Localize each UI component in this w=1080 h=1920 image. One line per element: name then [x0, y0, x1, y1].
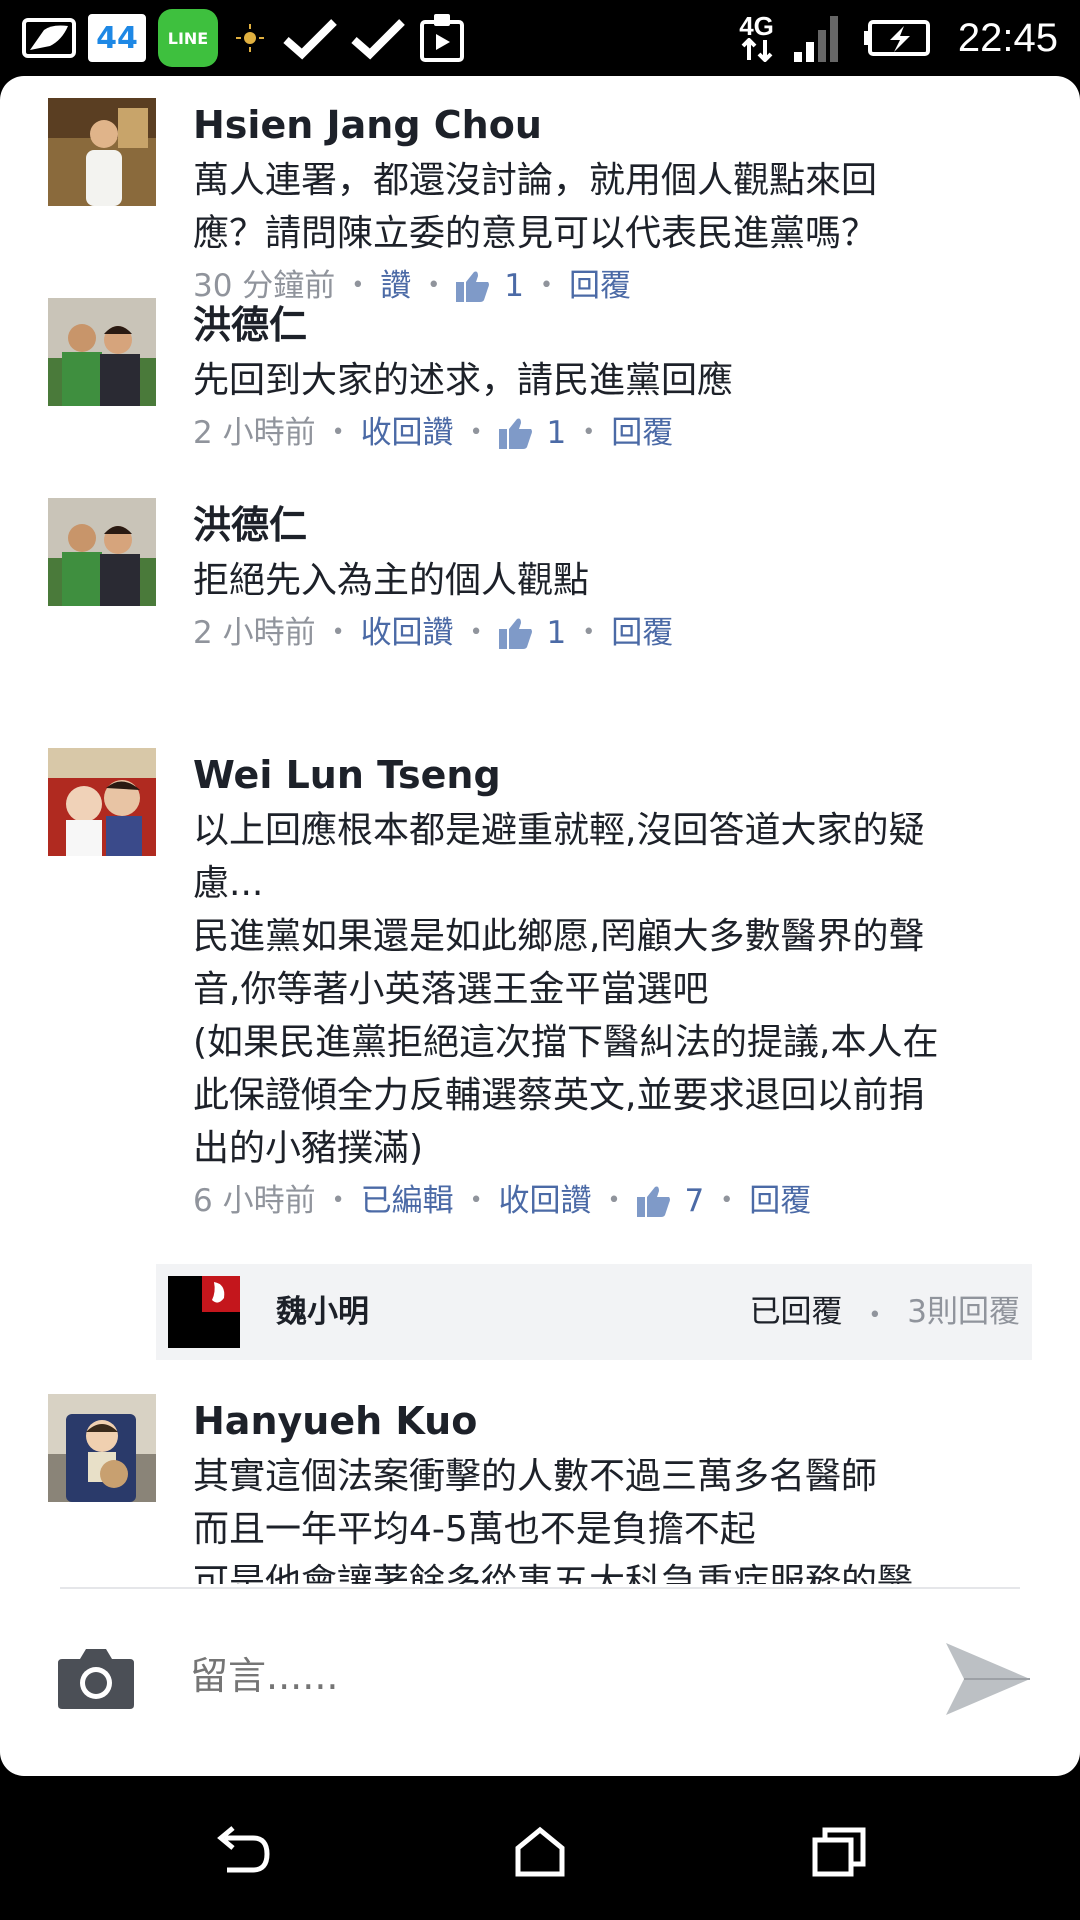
separator-dot: •	[582, 420, 596, 445]
home-icon	[515, 1826, 565, 1877]
comment-meta: 2 小時前 • 收回讚 • 1 • 回覆	[193, 609, 1048, 657]
thumbs-up-icon[interactable]	[498, 417, 533, 449]
reply-button[interactable]: 回覆	[611, 409, 673, 457]
recents-icon	[812, 1827, 866, 1877]
divider	[60, 1587, 1020, 1589]
reply-status: 已回覆 • 3則回覆	[750, 1264, 1020, 1364]
separator-dot: •	[469, 420, 483, 445]
separator-dot: •	[469, 620, 483, 645]
separator-dot: •	[331, 420, 345, 445]
unlike-button[interactable]: 收回讚	[361, 409, 454, 457]
separator-dot: •	[582, 620, 596, 645]
comment-text: 先回到大家的述求，請民進黨回應	[193, 360, 734, 401]
comment-time[interactable]: 6 小時前	[193, 1177, 316, 1225]
comment-author[interactable]: Hanyueh Kuo	[193, 1394, 1048, 1448]
like-count[interactable]: 1	[547, 409, 567, 457]
reply-button[interactable]: 回覆	[749, 1177, 811, 1225]
reply-preview[interactable]: 魏小明 已回覆 • 3則回覆	[156, 1264, 1032, 1360]
separator-dot: •	[607, 1188, 621, 1213]
thumbs-up-icon[interactable]	[498, 617, 533, 649]
comment-item: 洪德仁 拒絕先入為主的個人觀點 2 小時前 • 收回讚 • 1 • 回覆	[48, 498, 1048, 688]
separator-dot: •	[720, 1188, 734, 1213]
unlike-button[interactable]: 收回讚	[499, 1177, 592, 1225]
like-count[interactable]: 1	[547, 609, 567, 657]
avatar[interactable]	[48, 298, 156, 406]
comment-author[interactable]: Hsien Jang Chou	[193, 98, 1048, 152]
unlike-button[interactable]: 收回讚	[361, 609, 454, 657]
video-clipboard-icon	[418, 12, 466, 64]
avatar[interactable]	[48, 1394, 156, 1502]
edited-link[interactable]: 已編輯	[361, 1177, 454, 1225]
replied-label: 已回覆	[749, 1294, 843, 1330]
sun-icon	[230, 18, 270, 58]
like-count[interactable]: 7	[685, 1177, 705, 1225]
separator-dot: •	[331, 620, 345, 645]
line-app-icon: LINE	[158, 9, 218, 67]
network-4g-icon: 4G	[739, 13, 774, 62]
thumbs-up-icon[interactable]	[636, 1185, 671, 1217]
comment-author[interactable]: 洪德仁	[193, 298, 1048, 352]
comment-time[interactable]: 2 小時前	[193, 609, 316, 657]
separator-dot: •	[469, 1188, 483, 1213]
send-icon[interactable]	[942, 1639, 1032, 1719]
comment-author[interactable]: 洪德仁	[193, 498, 1048, 552]
separator-dot: •	[868, 1303, 882, 1328]
recents-button[interactable]	[803, 1816, 875, 1888]
comment-meta: 6 小時前 • 已編輯 • 收回讚 • 7 • 回覆	[193, 1177, 1048, 1225]
check-icon	[282, 16, 338, 60]
reply-avatar	[168, 1276, 240, 1348]
comment-composer	[0, 1591, 1080, 1761]
avatar[interactable]	[48, 98, 156, 206]
reply-button[interactable]: 回覆	[611, 609, 673, 657]
comment-text: 以上回應根本都是避重就輕,沒回答道大家的疑 慮... 民進黨如果還是如此鄉愿,罔…	[193, 810, 939, 1169]
navigation-bar	[0, 1776, 1080, 1920]
check-icon	[350, 16, 406, 60]
avatar[interactable]	[48, 498, 156, 606]
calendar-badge-icon: 44	[88, 14, 146, 62]
comment-time[interactable]: 2 小時前	[193, 409, 316, 457]
clock: 22:45	[957, 15, 1058, 60]
comment-item: Hsien Jang Chou 萬人連署，都還沒討論，就用個人觀點來回 應？請問…	[48, 98, 1048, 304]
camera-icon[interactable]	[56, 1645, 136, 1711]
back-button[interactable]	[205, 1816, 277, 1888]
reply-author[interactable]: 魏小明	[276, 1264, 369, 1360]
comment-author[interactable]: Wei Lun Tseng	[193, 748, 1048, 802]
battery-charging-icon	[862, 18, 932, 58]
separator-dot: •	[331, 1188, 345, 1213]
signal-icon	[792, 12, 844, 64]
comments-panel: Hsien Jang Chou 萬人連署，都還沒討論，就用個人觀點來回 應？請問…	[0, 76, 1080, 1776]
back-icon	[217, 1826, 270, 1873]
comment-text: 拒絕先入為主的個人觀點	[193, 560, 590, 601]
comment-meta: 2 小時前 • 收回讚 • 1 • 回覆	[193, 409, 1048, 457]
comment-text: 萬人連署，都還沒討論，就用個人觀點來回 應？請問陳立委的意見可以代表民進黨嗎？	[193, 160, 878, 254]
status-bar: 44 LINE 4G 22:45	[0, 0, 1080, 76]
comment-text: 其實這個法案衝擊的人數不過三萬多名醫師 而且一年平均4-5萬也不是負擔不起 可是…	[193, 1456, 914, 1584]
avatar[interactable]	[48, 748, 156, 856]
reply-count[interactable]: 3則回覆	[907, 1294, 1020, 1330]
comment-item: Hanyueh Kuo 其實這個法案衝擊的人數不過三萬多名醫師 而且一年平均4-…	[48, 1394, 1048, 1584]
comment-input[interactable]	[190, 1631, 890, 1721]
comment-list[interactable]: Hsien Jang Chou 萬人連署，都還沒討論，就用個人觀點來回 應？請問…	[0, 76, 1080, 1584]
home-button[interactable]	[504, 1816, 576, 1888]
image-notification-icon	[22, 16, 76, 60]
comment-item: Wei Lun Tseng 以上回應根本都是避重就輕,沒回答道大家的疑 慮...…	[48, 748, 1048, 1308]
comment-item: 洪德仁 先回到大家的述求，請民進黨回應 2 小時前 • 收回讚 • 1 • 回覆	[48, 298, 1048, 488]
